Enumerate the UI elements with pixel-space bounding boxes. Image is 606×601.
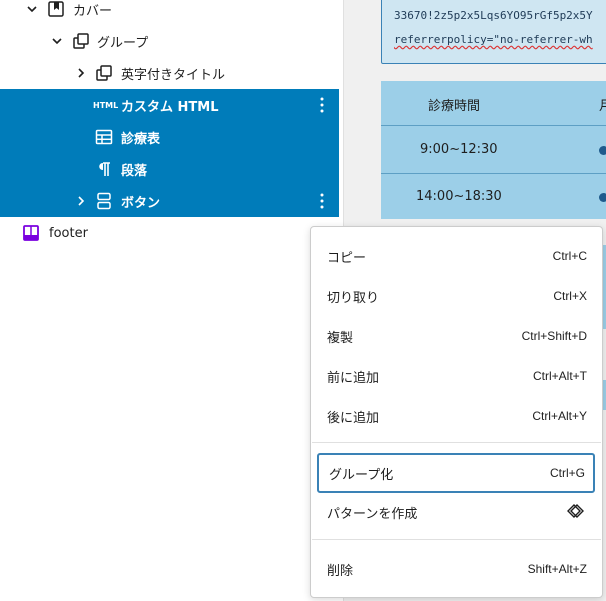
menu-item-insert-after[interactable]: 後に追加 Ctrl+Alt+Y [317, 398, 595, 434]
menu-item-shortcut: Shift+Alt+Z [527, 562, 587, 576]
list-item-label: footer [49, 225, 88, 241]
list-item-label: 診療表 [121, 131, 161, 147]
more-options-icon[interactable] [312, 93, 332, 117]
chevron-right-icon[interactable] [74, 194, 88, 208]
open-dot-icon [599, 193, 606, 202]
menu-item-delete[interactable]: 削除 Shift+Alt+Z [317, 551, 595, 587]
group-block-icon [94, 63, 114, 83]
menu-item-label: 削除 [327, 563, 354, 579]
menu-item-label: グループ化 [329, 467, 394, 483]
html-block-icon: HTML [93, 100, 119, 110]
menu-item-shortcut: Ctrl+X [553, 289, 587, 303]
open-dot-icon [599, 146, 606, 155]
list-item-footer[interactable]: footer [0, 217, 339, 249]
menu-item-insert-before[interactable]: 前に追加 Ctrl+Alt+T [317, 358, 595, 394]
table-block-icon [94, 127, 114, 147]
list-item-label: グループ [97, 35, 149, 51]
buttons-block-icon [94, 191, 114, 211]
table-cell: 9:00~12:30 [420, 142, 498, 157]
table-rule [381, 173, 606, 174]
list-item-label: カバー [73, 3, 113, 19]
chevron-right-icon[interactable] [74, 66, 88, 80]
menu-item-shortcut: Ctrl+G [549, 466, 585, 480]
table-header-cell: 月 [599, 99, 606, 114]
list-item-label: ボタン [121, 195, 161, 211]
custom-html-block[interactable]: 33670!2z5p2x5Lqs6YO95rGf5p2x5Y referrerp… [381, 0, 606, 64]
group-block-icon [71, 31, 91, 51]
menu-item-label: 複製 [327, 330, 354, 346]
menu-item-label: パターンを作成 [327, 506, 418, 522]
menu-item-shortcut: Ctrl+Alt+T [532, 369, 587, 383]
code-line: 33670!2z5p2x5Lqs6YO95rGf5p2x5Y [394, 9, 593, 22]
table-header-cell: 診療時間 [428, 99, 481, 114]
list-item-buttons[interactable]: ボタン [0, 185, 339, 217]
list-item-label: カスタム HTML [121, 99, 219, 115]
list-item-table[interactable]: 診療表 [0, 121, 339, 153]
table-cell: 14:00~18:30 [416, 189, 502, 204]
menu-item-group[interactable]: グループ化 Ctrl+G [317, 453, 595, 493]
menu-item-duplicate[interactable]: 複製 Ctrl+Shift+D [317, 318, 595, 354]
code-line: referrerpolicy="no-referrer-wh [394, 33, 593, 46]
block-options-menu: コピー Ctrl+C 切り取り Ctrl+X 複製 Ctrl+Shift+D 前… [310, 226, 603, 598]
template-part-icon [21, 223, 41, 243]
list-item-cover[interactable]: カバー [0, 0, 339, 25]
list-view-panel: カバー グループ 英字付きタイトル HTML カスタム HTML 診療表 段落 … [0, 0, 343, 601]
menu-separator [312, 539, 601, 540]
hours-table-block[interactable]: 診療時間 月 9:00~12:30 14:00~18:30 [381, 81, 606, 219]
list-item-custom-html[interactable]: HTML カスタム HTML [0, 89, 339, 121]
list-item-title-group[interactable]: 英字付きタイトル [0, 57, 339, 89]
more-options-icon[interactable] [312, 189, 332, 213]
chevron-down-icon[interactable] [25, 2, 39, 16]
menu-item-shortcut: Ctrl+C [552, 249, 587, 263]
menu-separator [312, 442, 601, 443]
list-item-label: 英字付きタイトル [121, 67, 226, 83]
list-item-label: 段落 [121, 163, 148, 179]
menu-item-cut[interactable]: 切り取り Ctrl+X [317, 278, 595, 314]
menu-item-create-pattern[interactable]: パターンを作成 [317, 494, 595, 530]
chevron-down-icon[interactable] [50, 34, 64, 48]
list-item-paragraph[interactable]: 段落 [0, 153, 339, 185]
list-item-group[interactable]: グループ [0, 25, 339, 57]
menu-item-label: 後に追加 [327, 410, 380, 426]
paragraph-block-icon [94, 159, 114, 179]
menu-item-shortcut: Ctrl+Alt+Y [532, 409, 587, 423]
cover-block-icon [46, 0, 66, 19]
menu-item-label: コピー [327, 250, 367, 266]
menu-item-copy[interactable]: コピー Ctrl+C [317, 238, 595, 274]
menu-item-label: 切り取り [327, 290, 380, 306]
menu-item-shortcut: Ctrl+Shift+D [521, 329, 587, 343]
menu-item-label: 前に追加 [327, 370, 380, 386]
table-rule [381, 125, 606, 126]
pattern-diamond-icon [563, 502, 585, 523]
